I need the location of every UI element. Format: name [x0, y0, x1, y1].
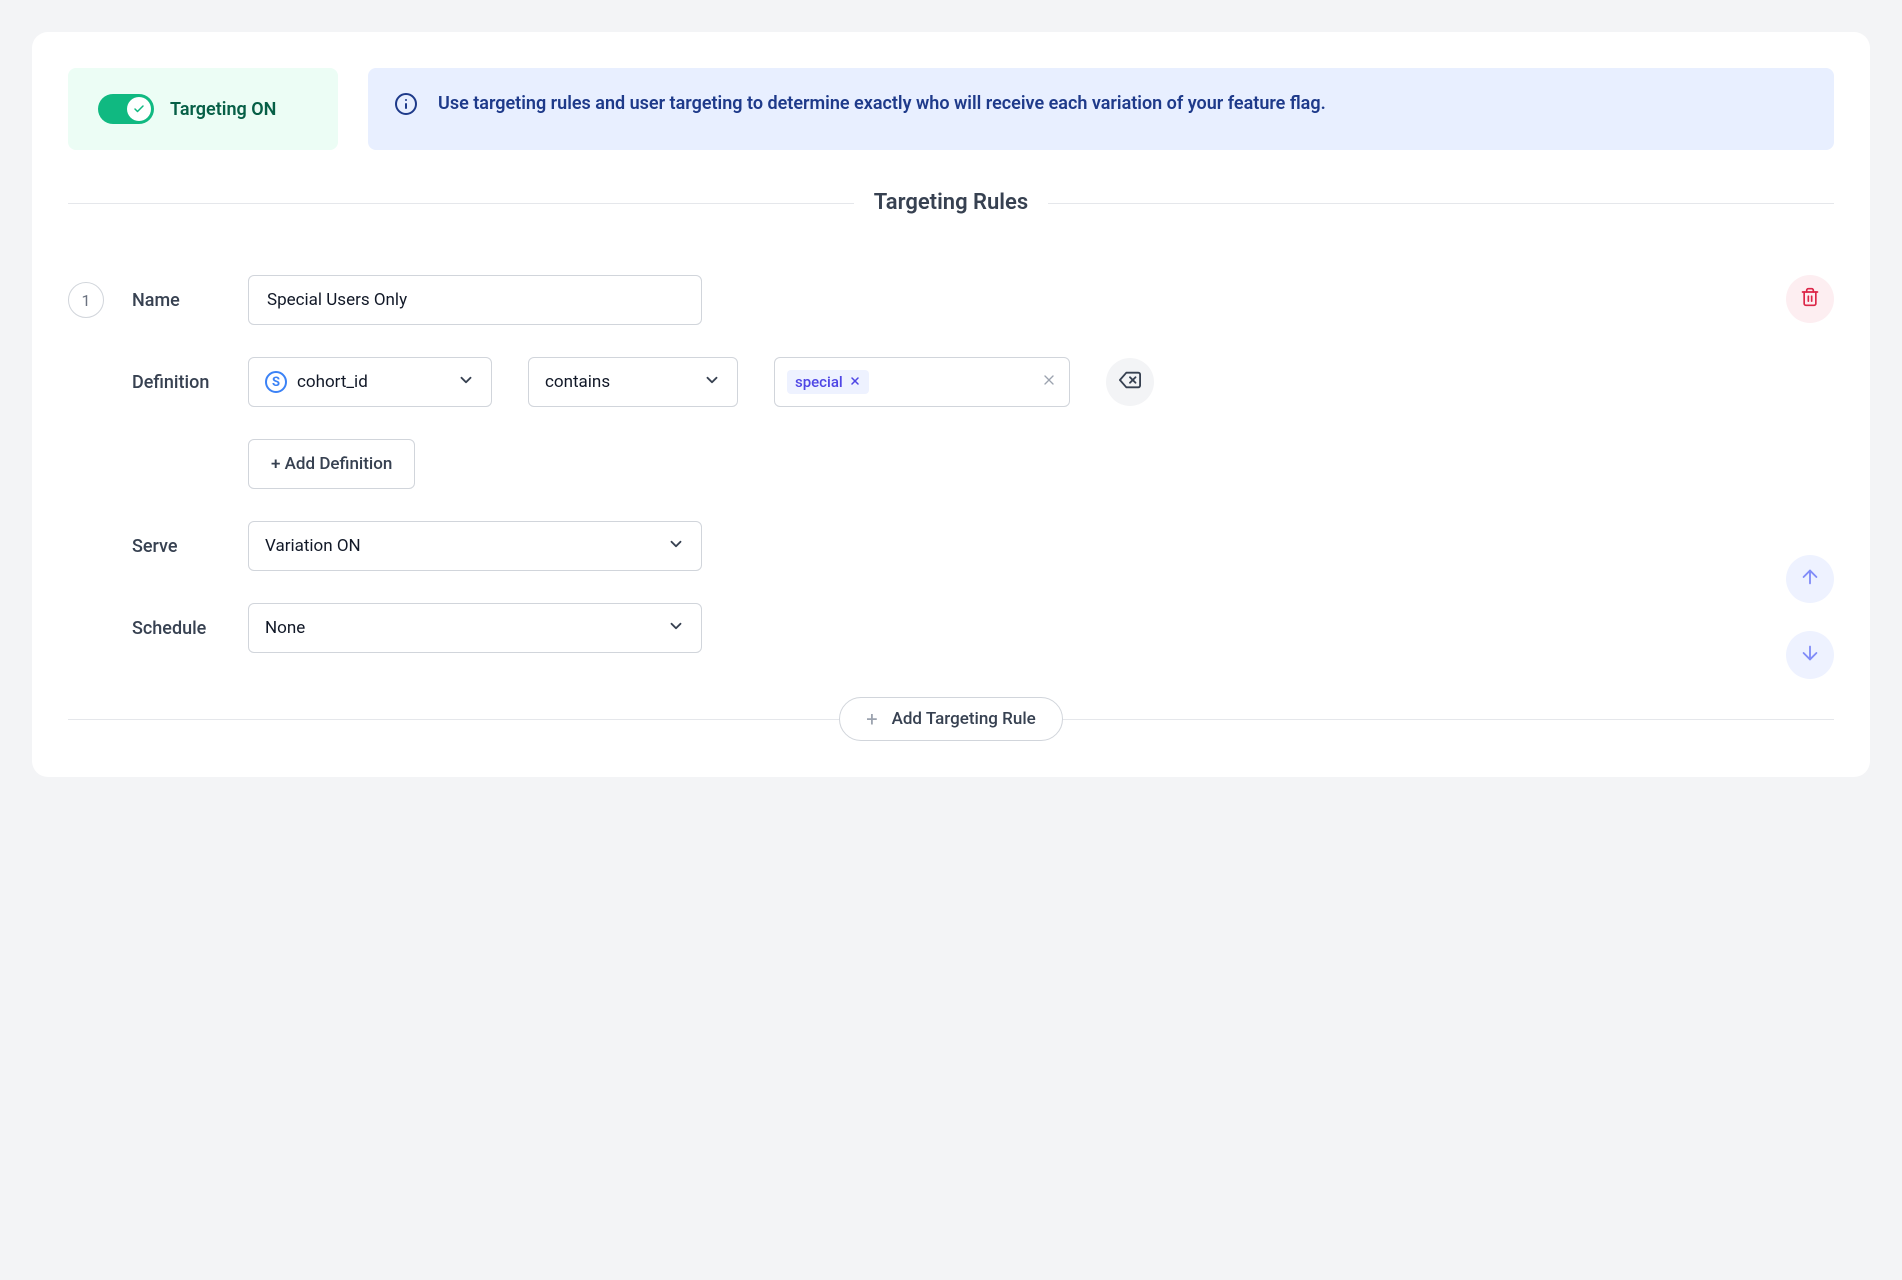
- delete-rule-button[interactable]: [1786, 275, 1834, 323]
- chevron-down-icon: [667, 535, 685, 558]
- attribute-value: cohort_id: [297, 372, 368, 392]
- definition-label: Definition: [132, 372, 248, 393]
- plus-icon: +: [866, 707, 877, 731]
- add-rule-label: Add Targeting Rule: [892, 709, 1036, 729]
- schedule-select[interactable]: None: [248, 603, 702, 653]
- toggle-knob: [127, 97, 151, 121]
- section-header: Targeting Rules: [68, 190, 1834, 215]
- serve-select[interactable]: Variation ON: [248, 521, 702, 571]
- add-definition-button[interactable]: + Add Definition: [248, 439, 415, 489]
- header-row: Targeting ON Use targeting rules and use…: [68, 68, 1834, 150]
- chevron-down-icon: [457, 371, 475, 394]
- value-tag-input[interactable]: special: [774, 357, 1070, 407]
- tag-chip-label: special: [795, 373, 843, 391]
- remove-tag-button[interactable]: [849, 373, 861, 391]
- backspace-icon: [1119, 369, 1141, 395]
- schedule-label: Schedule: [132, 618, 248, 639]
- info-banner: Use targeting rules and user targeting t…: [368, 68, 1834, 150]
- add-rule-section: + Add Targeting Rule: [68, 697, 1834, 741]
- targeting-card: Targeting ON Use targeting rules and use…: [32, 32, 1870, 777]
- chevron-down-icon: [703, 371, 721, 394]
- trash-icon: [1800, 287, 1820, 311]
- rule-container: 1 Name Definition S cohort_id co: [68, 275, 1834, 653]
- check-icon: [133, 100, 145, 119]
- serve-label: Serve: [132, 536, 248, 557]
- schedule-row: Schedule None: [68, 603, 1834, 653]
- move-up-button[interactable]: [1786, 555, 1834, 603]
- name-row: 1 Name: [68, 275, 1834, 325]
- schedule-value: None: [265, 618, 305, 638]
- section-title: Targeting Rules: [854, 190, 1048, 215]
- arrow-up-icon: [1799, 566, 1821, 592]
- info-text: Use targeting rules and user targeting t…: [438, 90, 1326, 117]
- arrow-down-icon: [1799, 642, 1821, 668]
- delete-button-wrap: [1786, 275, 1834, 323]
- reorder-arrows: [1786, 555, 1834, 679]
- definition-row: Definition S cohort_id contains: [68, 357, 1834, 407]
- name-label: Name: [132, 290, 248, 311]
- move-down-button[interactable]: [1786, 631, 1834, 679]
- serve-row: Serve Variation ON: [68, 521, 1834, 571]
- clear-definition-button[interactable]: [1106, 358, 1154, 406]
- value-tag-chip: special: [787, 370, 869, 394]
- operator-select[interactable]: contains: [528, 357, 738, 407]
- targeting-toggle-label: Targeting ON: [170, 99, 276, 120]
- add-definition-row: + Add Definition: [68, 439, 1834, 489]
- clear-all-tags-button[interactable]: [1041, 372, 1057, 392]
- serve-value: Variation ON: [265, 536, 361, 556]
- attribute-icon: S: [265, 371, 287, 393]
- rule-name-input[interactable]: [248, 275, 702, 325]
- add-targeting-rule-button[interactable]: + Add Targeting Rule: [839, 697, 1063, 741]
- targeting-toggle[interactable]: [98, 94, 154, 124]
- targeting-toggle-panel: Targeting ON: [68, 68, 338, 150]
- info-icon: [394, 90, 418, 116]
- attribute-select[interactable]: S cohort_id: [248, 357, 492, 407]
- operator-value: contains: [545, 372, 610, 392]
- rule-number: 1: [68, 282, 104, 318]
- chevron-down-icon: [667, 617, 685, 640]
